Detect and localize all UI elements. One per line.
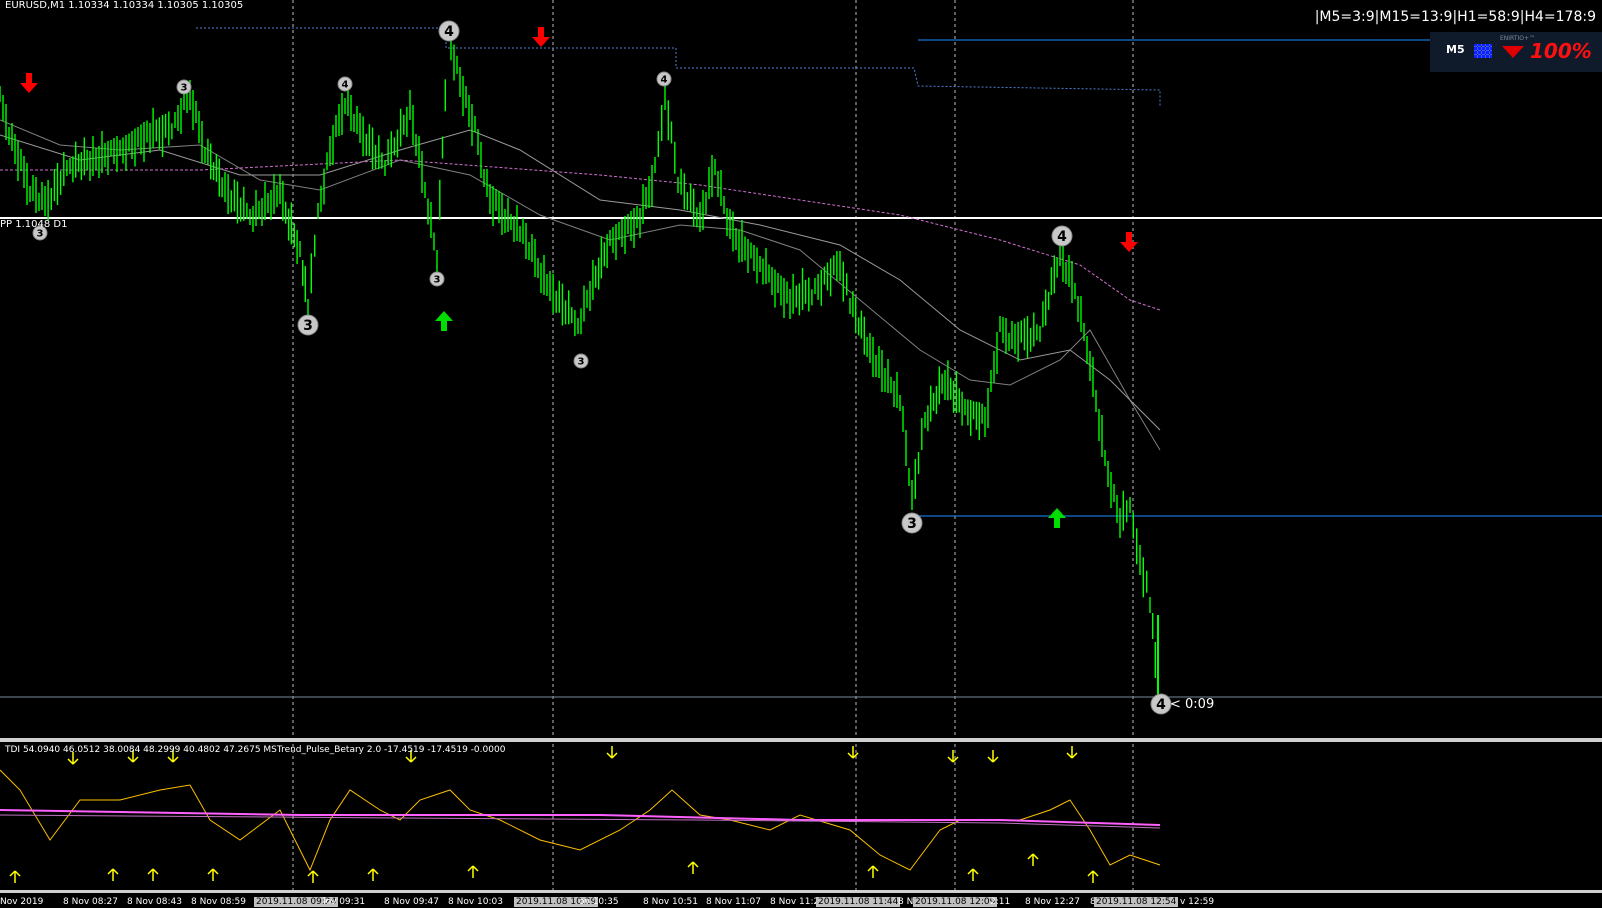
wave-label: 4 (661, 75, 668, 86)
time-axis-label: 2019.11.08 12:09 (913, 897, 998, 907)
time-axis-label: 8 Nov 10:03 (448, 897, 503, 907)
wave-label: 3 (578, 357, 585, 368)
down-arrow-icon (1502, 46, 1524, 58)
wave-label: 4 (1156, 697, 1166, 713)
symbol-header: EURUSD,M1 1.10334 1.10334 1.10305 1.1030… (5, 0, 244, 11)
time-axis-label: 8 Nov 12:27 (1025, 897, 1080, 907)
panel-percent: 100% (1530, 39, 1592, 63)
wave-label: 3 (434, 275, 441, 286)
wave-label: 3 (303, 318, 313, 334)
time-axis-label: 8 N (898, 897, 914, 907)
time-axis-label: 8 Nov 11:2 (770, 897, 820, 907)
window-divider (0, 738, 1602, 742)
time-axis-label: 2019.11.08 11:44 (816, 897, 901, 907)
indicator-header: TDI 54.0940 46.0512 38.0084 48.2999 40.4… (5, 745, 506, 755)
time-axis-label: Nov 2019 (0, 897, 44, 907)
time-axis-label: 8 Nov 09:47 (384, 897, 439, 907)
bar-countdown: < 0:09 (1170, 697, 1215, 712)
time-axis-label: 8 Nov 08:59 (191, 897, 246, 907)
signal-panel: M5 ENIRTIO+™ 100% (1430, 32, 1602, 72)
time-axis-label: 2:11 (990, 897, 1011, 907)
time-axis-label: v 12:59 (1180, 897, 1215, 907)
time-axis-label: lov 09:31 (323, 897, 366, 907)
multi-timeframe-readout: |M5=3:9|M15=13:9|H1=58:9|H4=178:9 (1314, 9, 1596, 25)
price-chart[interactable]: 4 3 3 4 3 3 4 3 3 4 4 (0, 0, 1602, 908)
time-axis-label: 2019.11.08 12:54 (1094, 897, 1179, 907)
time-axis (0, 890, 1602, 893)
panel-timeframe: M5 (1446, 43, 1465, 56)
grid-icon (1474, 44, 1492, 58)
wave-label: 3 (37, 229, 44, 240)
wave-label: 3 (181, 83, 188, 94)
time-axis-label: 8 Nov 10:51 (643, 897, 698, 907)
time-axis-label: ov 10:35 (579, 897, 619, 907)
time-axis-divider (0, 890, 1602, 893)
pivot-label: PP 1.1048 D1 (0, 219, 68, 230)
wave-label: 4 (1057, 229, 1067, 245)
time-axis-label: 8 Nov 11:07 (706, 897, 761, 907)
wave-label: 4 (444, 24, 454, 40)
wave-label: 3 (907, 516, 917, 532)
time-axis-label: 8 Nov 08:27 (63, 897, 118, 907)
wave-label: 4 (342, 80, 349, 91)
time-axis-label: 8 Nov 08:43 (127, 897, 182, 907)
